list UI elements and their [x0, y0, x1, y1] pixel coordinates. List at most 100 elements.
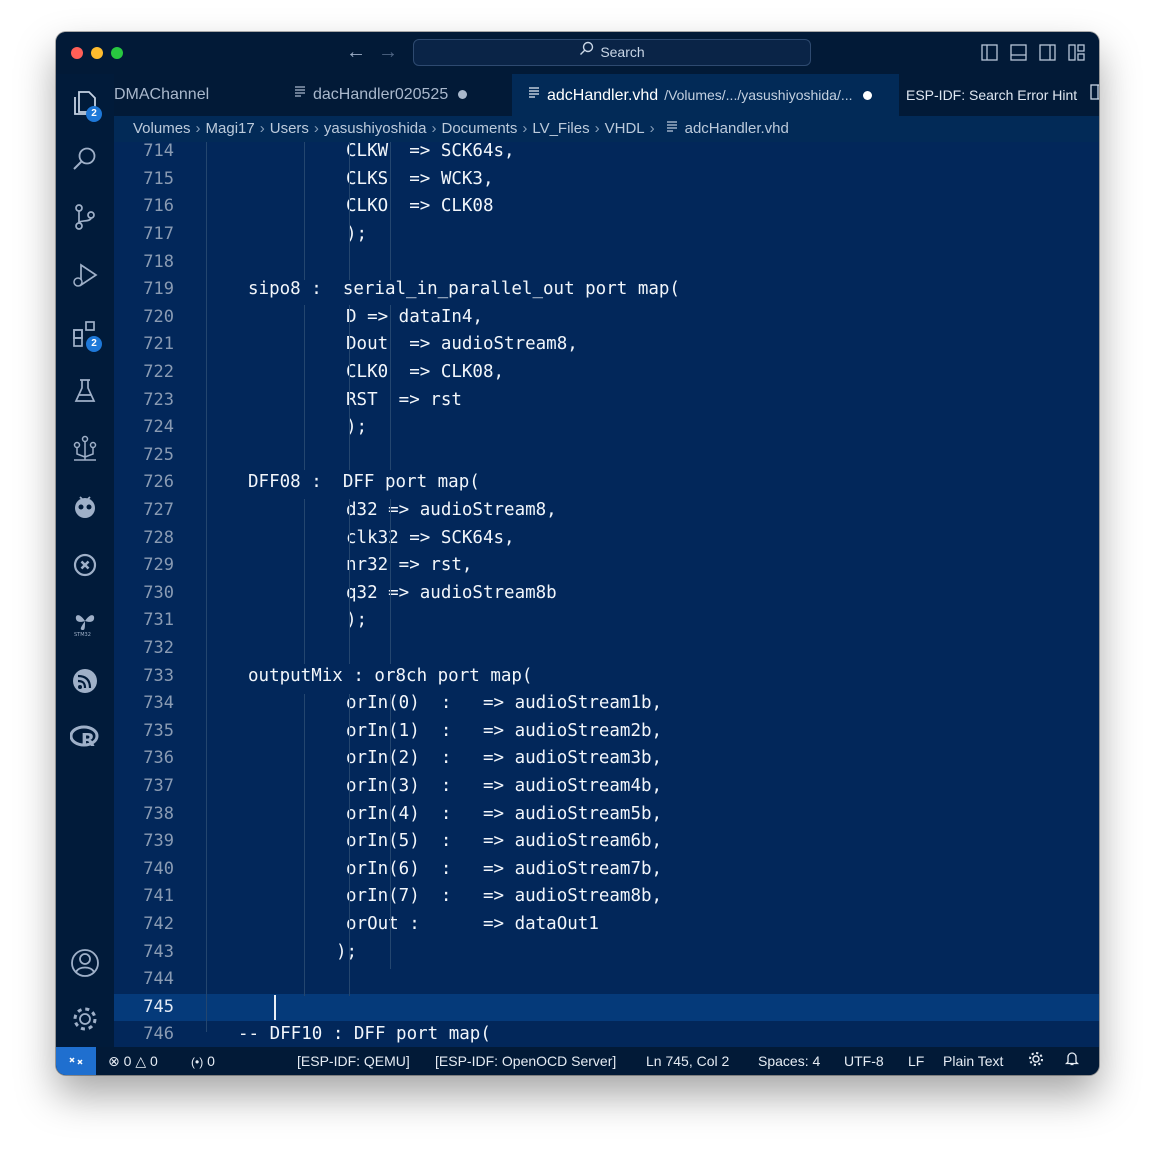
code-line[interactable]: 727 d32 => audioStream8,: [114, 497, 1099, 525]
unsaved-dot-icon[interactable]: [458, 90, 468, 100]
breadcrumb-item[interactable]: VHDL: [605, 120, 645, 137]
code-line[interactable]: 739 orIn(5) : => audioStream6b,: [114, 828, 1099, 856]
manage-gear-icon[interactable]: [68, 1002, 102, 1036]
code-editor[interactable]: 714 CLKW => SCK64s, 715 CLKS => WCK3, 716 CLK…: [114, 142, 1099, 1047]
breadcrumb-item[interactable]: Users: [270, 120, 309, 137]
code-line[interactable]: 726 DFF08 : DFF port map(: [114, 469, 1099, 497]
account-icon[interactable]: [68, 946, 102, 980]
tab-adchandler[interactable]: adcHandler.vhd/Volumes/.../yasushiyoshid…: [512, 74, 899, 116]
code-line[interactable]: 721 Dout => audioStream8,: [114, 331, 1099, 359]
code-line[interactable]: 744: [114, 966, 1099, 994]
breadcrumb-item[interactable]: Magi17: [206, 120, 255, 137]
tab-label: DMAChannel: [114, 86, 210, 103]
close-window-button[interactable]: [71, 47, 83, 59]
code-line[interactable]: 728 clk32 => SCK64s,: [114, 525, 1099, 553]
code-line[interactable]: 717);: [114, 221, 1099, 249]
r-language-icon[interactable]: R: [68, 720, 102, 754]
stm32-icon[interactable]: STM32: [68, 606, 102, 640]
split-editor-icon[interactable]: [1090, 84, 1099, 105]
ports-indicator[interactable]: (•) 0: [191, 1047, 215, 1075]
code-line[interactable]: 720 D => dataIn4,: [114, 304, 1099, 332]
code-line[interactable]: 736 orIn(2) : => audioStream3b,: [114, 745, 1099, 773]
code-line[interactable]: 729 nr32 => rst,: [114, 552, 1099, 580]
indent-guide: [304, 142, 305, 280]
encoding-status[interactable]: UTF-8: [844, 1047, 884, 1075]
tab-esp-idf-search-error-hint[interactable]: ESP-IDF: Search Error Hint: [906, 74, 1078, 116]
language-mode[interactable]: Plain Text: [943, 1047, 1003, 1075]
svg-text:R: R: [81, 730, 95, 751]
code-line[interactable]: 714 CLKW => SCK64s,: [114, 142, 1099, 166]
toggle-primary-sidebar-icon[interactable]: [981, 44, 998, 61]
code-line[interactable]: 718: [114, 249, 1099, 277]
customize-layout-icon[interactable]: [1068, 44, 1085, 61]
code-line[interactable]: 735 orIn(1) : => audioStream2b,: [114, 718, 1099, 746]
code-line[interactable]: 725: [114, 442, 1099, 470]
toggle-secondary-sidebar-icon[interactable]: [1039, 44, 1056, 61]
indent-guide: [206, 142, 207, 1032]
source-tree-icon[interactable]: [68, 432, 102, 466]
code-line[interactable]: 740 orIn(6) : => audioStream7b,: [114, 856, 1099, 884]
problems-indicator[interactable]: ⊗ 0 △ 0: [108, 1047, 158, 1075]
breadcrumb-item[interactable]: yasushiyoshida: [324, 120, 427, 137]
code-line[interactable]: 719 sipo8 : serial_in_parallel_out port m…: [114, 276, 1099, 304]
eol-status[interactable]: LF: [908, 1047, 924, 1075]
code-line[interactable]: 732: [114, 635, 1099, 663]
code-line[interactable]: 745: [114, 993, 1099, 1022]
breadcrumb-item[interactable]: adcHandler.vhd: [685, 120, 789, 137]
line-number: 744: [143, 969, 174, 990]
code-text: orIn(2) : => audioStream3b,: [346, 748, 663, 769]
code-line[interactable]: 737 orIn(3) : => audioStream4b,: [114, 773, 1099, 801]
esp-idf-openocd-status[interactable]: [ESP-IDF: OpenOCD Server]: [435, 1047, 616, 1075]
search-icon[interactable]: [68, 142, 102, 176]
breadcrumb-item[interactable]: Documents: [441, 120, 517, 137]
code-text: q32 => audioStream8b: [346, 582, 557, 603]
remote-explorer-icon[interactable]: [68, 548, 102, 582]
run-debug-icon[interactable]: [68, 258, 102, 292]
code-line[interactable]: 722 CLK0 => CLK08,: [114, 359, 1099, 387]
platformio-alien-icon[interactable]: [68, 490, 102, 524]
breadcrumb-item[interactable]: Volumes: [133, 120, 191, 137]
code-text: );: [336, 941, 358, 962]
testing-flask-icon[interactable]: [68, 374, 102, 408]
code-line[interactable]: 734 orIn(0) : => audioStream1b,: [114, 690, 1099, 718]
command-center-search[interactable]: Search: [413, 39, 811, 66]
source-control-icon[interactable]: [68, 200, 102, 234]
code-line[interactable]: 741 orIn(7) : => audioStream8b,: [114, 883, 1099, 911]
code-line[interactable]: 730 q32 => audioStream8b: [114, 580, 1099, 608]
copilot-icon[interactable]: [1029, 1047, 1043, 1075]
tab-label: adcHandler.vhd: [547, 87, 659, 104]
code-line[interactable]: 738 orIn(4) : => audioStream5b,: [114, 801, 1099, 829]
code-text: orIn(6) : => audioStream7b,: [346, 858, 663, 879]
code-line[interactable]: 733 outputMix : or8ch port map(: [114, 663, 1099, 691]
espressif-icon[interactable]: [68, 664, 102, 698]
code-line[interactable]: 731);: [114, 607, 1099, 635]
code-line[interactable]: 716 CLKO => CLK08: [114, 193, 1099, 221]
code-line[interactable]: 723 RST => rst: [114, 387, 1099, 415]
cursor-position[interactable]: Ln 745, Col 2: [646, 1047, 729, 1075]
code-line[interactable]: 746 -- DFF10 : DFF port map(: [114, 1021, 1099, 1047]
breadcrumb-item[interactable]: LV_Files: [532, 120, 589, 137]
tab-dmachannel[interactable]: DMAChannel: [114, 74, 236, 116]
warning-count: 0: [149, 1053, 158, 1069]
indent-guide: [349, 499, 350, 664]
zoom-window-button[interactable]: [111, 47, 123, 59]
unsaved-dot-icon[interactable]: [862, 91, 872, 101]
remote-indicator-icon[interactable]: [56, 1047, 96, 1075]
forward-arrow-icon[interactable]: →: [378, 41, 398, 63]
tab-dachandler[interactable]: dacHandler020525: [294, 74, 509, 116]
line-number: 733: [143, 665, 174, 686]
code-text: CLKS => WCK3,: [346, 168, 494, 189]
line-number: 721: [143, 334, 174, 355]
esp-idf-qemu-status[interactable]: [ESP-IDF: QEMU]: [297, 1047, 410, 1075]
indentation-status[interactable]: Spaces: 4: [758, 1047, 820, 1075]
code-line[interactable]: 724);: [114, 414, 1099, 442]
notifications-bell-icon[interactable]: [1064, 1047, 1080, 1075]
code-line[interactable]: 715 CLKS => WCK3,: [114, 166, 1099, 194]
code-line[interactable]: 743);: [114, 939, 1099, 967]
indent-guide: [390, 694, 391, 969]
indent-guide: [390, 142, 391, 280]
toggle-panel-icon[interactable]: [1010, 44, 1027, 61]
minimize-window-button[interactable]: [91, 47, 103, 59]
code-line[interactable]: 742 orOut : => dataOut1: [114, 911, 1099, 939]
back-arrow-icon[interactable]: ←: [346, 41, 366, 63]
